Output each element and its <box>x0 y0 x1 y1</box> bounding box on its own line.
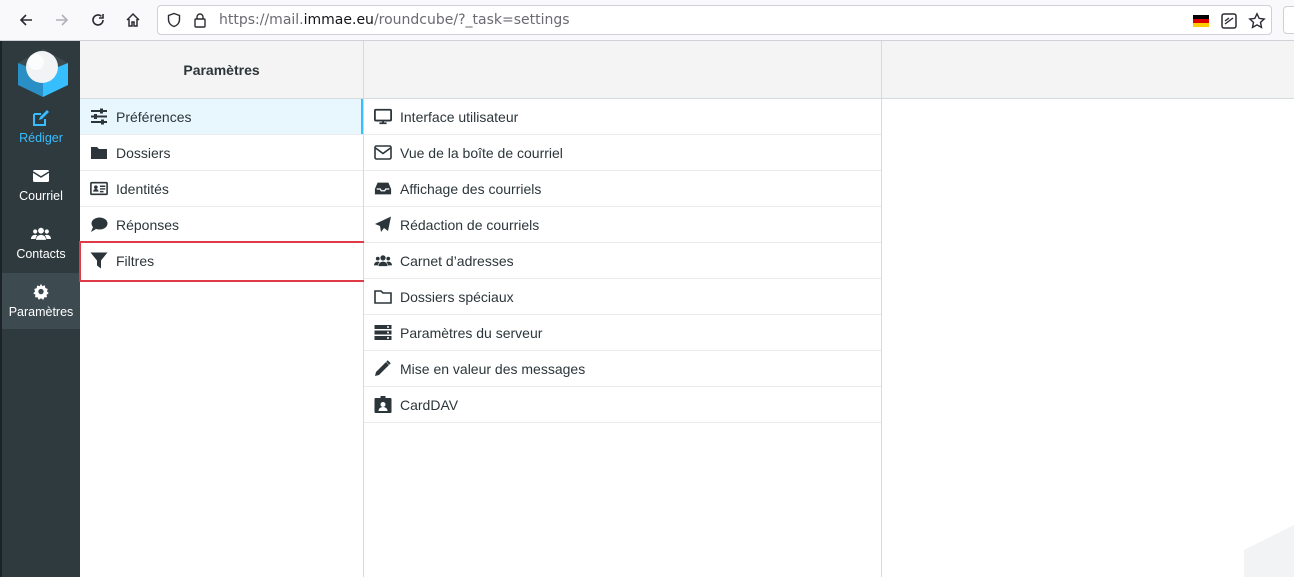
inbox-icon <box>374 182 392 195</box>
pref-item-message-highlight[interactable]: Mise en valeur des messages <box>364 351 881 387</box>
paper-plane-icon <box>375 216 391 232</box>
german-flag-icon[interactable] <box>1192 12 1210 30</box>
users-icon <box>374 255 392 267</box>
pref-item-user-interface[interactable]: Interface utilisateur <box>364 99 881 135</box>
settings-label: Paramètres <box>8 305 74 319</box>
contacts-button[interactable]: Contacts <box>2 215 80 271</box>
toolbar-extension-button[interactable] <box>1283 6 1294 34</box>
comment-icon <box>91 217 108 232</box>
monitor-icon <box>374 108 392 125</box>
section-label: Préférences <box>116 108 192 125</box>
preferences-panel-header <box>364 41 881 99</box>
roundcube-logo[interactable] <box>15 45 71 97</box>
settings-button[interactable]: Paramètres <box>2 273 80 329</box>
url-path: /roundcube/?_task=settings <box>373 12 570 28</box>
pref-label: CardDAV <box>400 396 459 413</box>
content-panel <box>882 41 1294 577</box>
forward-icon[interactable] <box>50 8 74 32</box>
url-bar[interactable]: https://mail.immae.eu/roundcube/?_task=s… <box>157 5 1272 35</box>
contacts-label: Contacts <box>16 247 66 261</box>
compose-button[interactable]: Rédiger <box>2 99 80 155</box>
url-prefix: https://mail. <box>219 12 304 28</box>
folder-outline-icon <box>374 290 392 304</box>
pref-label: Dossiers spéciaux <box>400 288 514 305</box>
browser-toolbar: https://mail.immae.eu/roundcube/?_task=s… <box>0 0 1294 41</box>
home-icon[interactable] <box>121 8 145 32</box>
preferences-panel: Interface utilisateur Vue de la boîte de… <box>364 41 882 577</box>
back-icon[interactable] <box>14 8 38 32</box>
id-card-icon <box>90 181 108 196</box>
gear-icon <box>33 283 49 300</box>
app-sidebar: Rédiger Courriel Contacts Paramètres <box>0 41 80 577</box>
pref-label: Vue de la boîte de courriel <box>400 144 563 161</box>
pref-label: Interface utilisateur <box>400 108 519 125</box>
url-text[interactable]: https://mail.immae.eu/roundcube/?_task=s… <box>219 12 570 28</box>
watermark-shape <box>1244 525 1294 577</box>
pref-item-server-settings[interactable]: Paramètres du serveur <box>364 315 881 351</box>
pref-item-addressbook[interactable]: Carnet d’adresses <box>364 243 881 279</box>
pref-label: Paramètres du serveur <box>400 324 543 341</box>
pref-item-message-display[interactable]: Affichage des courriels <box>364 171 881 207</box>
settings-sections-panel: Paramètres Préférences Dossiers Identité… <box>80 41 364 577</box>
filter-icon <box>90 252 108 269</box>
shield-icon[interactable] <box>166 12 182 28</box>
section-label: Réponses <box>116 216 180 233</box>
id-badge-icon <box>374 396 392 413</box>
pref-item-carddav[interactable]: CardDAV <box>364 387 881 423</box>
reload-icon[interactable] <box>86 8 110 32</box>
pref-label: Rédaction de courriels <box>400 216 540 233</box>
envelope-icon <box>32 170 50 182</box>
users-icon <box>31 227 51 240</box>
sliders-icon <box>91 108 107 125</box>
section-item-folders[interactable]: Dossiers <box>80 135 363 171</box>
pencil-icon <box>375 360 391 376</box>
reader-view-icon[interactable] <box>1220 12 1238 30</box>
bookmark-star-icon[interactable] <box>1248 12 1266 30</box>
section-label: Identités <box>116 180 169 197</box>
mail-label: Courriel <box>19 189 63 203</box>
section-item-filters[interactable]: Filtres <box>80 243 363 279</box>
mail-button[interactable]: Courriel <box>2 157 80 213</box>
compose-label: Rédiger <box>19 131 63 145</box>
pref-item-mailbox-view[interactable]: Vue de la boîte de courriel <box>364 135 881 171</box>
url-domain: immae.eu <box>303 12 374 28</box>
server-icon <box>374 325 392 340</box>
pref-label: Carnet d’adresses <box>400 252 514 269</box>
section-item-identities[interactable]: Identités <box>80 171 363 207</box>
content-panel-header <box>882 41 1294 99</box>
folder-icon <box>91 147 107 159</box>
pref-label: Mise en valeur des messages <box>400 360 586 377</box>
lock-icon[interactable] <box>192 12 208 28</box>
section-item-responses[interactable]: Réponses <box>80 207 363 243</box>
page-title: Paramètres <box>183 61 260 78</box>
pref-label: Affichage des courriels <box>400 180 542 197</box>
settings-panel-header: Paramètres <box>80 41 363 99</box>
pref-item-special-folders[interactable]: Dossiers spéciaux <box>364 279 881 315</box>
section-item-preferences[interactable]: Préférences <box>80 99 363 135</box>
envelope-outline-icon <box>374 145 392 160</box>
section-label: Filtres <box>116 253 155 269</box>
section-label: Dossiers <box>116 144 171 161</box>
compose-icon <box>33 110 49 126</box>
pref-item-composing[interactable]: Rédaction de courriels <box>364 207 881 243</box>
